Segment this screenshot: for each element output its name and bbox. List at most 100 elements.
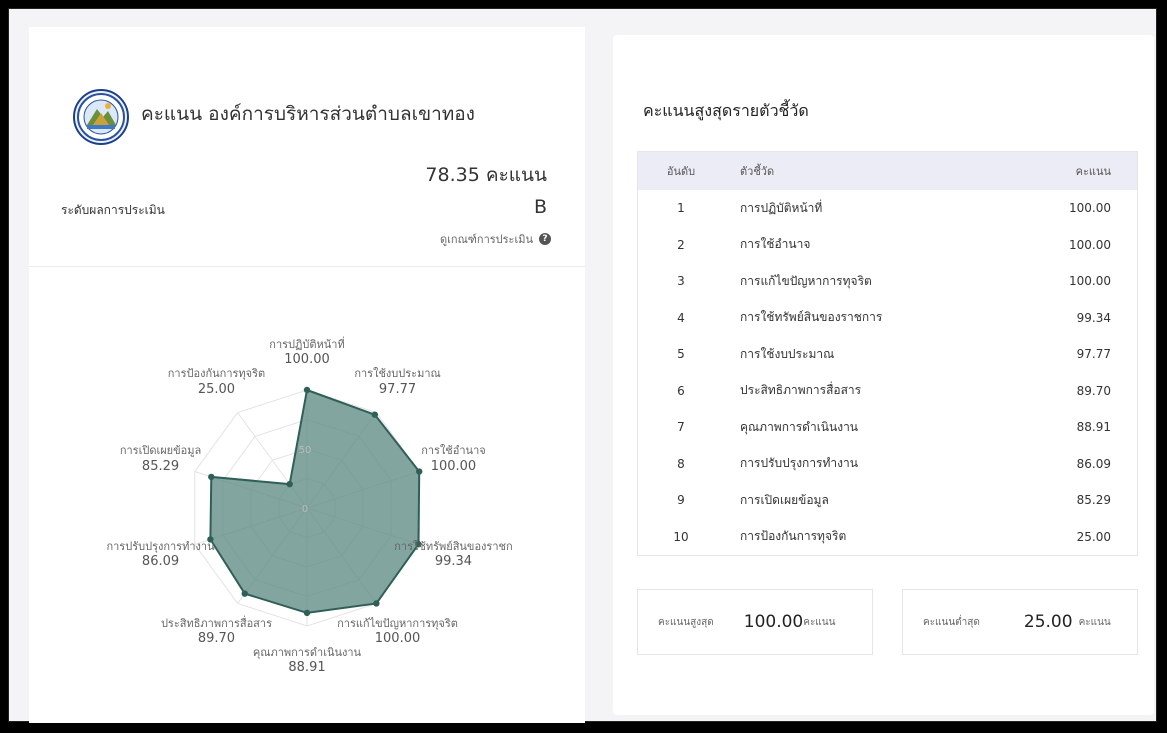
row-indicator: คุณภาพการดำเนินงาน <box>740 419 859 434</box>
radar-axis-value: 89.70 <box>197 630 236 646</box>
table-row: 3 การแก้ไขปัญหาการทุจริต 100.00 <box>638 263 1137 300</box>
ranking-table-header: อันดับ ตัวชี้วัด คะแนน <box>638 152 1137 190</box>
seal-icon <box>77 93 125 141</box>
min-score-value: 25.00 <box>1023 612 1073 632</box>
max-score-unit: คะแนน <box>803 616 836 628</box>
radar-axis-value: 86.09 <box>141 553 180 569</box>
assessment-level-label: ระดับผลการประเมิน <box>61 203 165 217</box>
table-row: 5 การใช้งบประมาณ 97.77 <box>638 336 1137 373</box>
radar-axis-name: การปรับปรุงการทำงาน <box>106 539 215 553</box>
row-score: 97.77 <box>1076 347 1111 362</box>
row-rank: 5 <box>677 347 685 362</box>
assessment-level-value: B <box>533 196 547 218</box>
radar-axis-value: 100.00 <box>430 458 477 474</box>
max-score-value: 100.00 <box>743 612 804 632</box>
radar-axis-label: การปรับปรุงการทำงาน 86.09 <box>106 540 214 571</box>
radar-axis-label: การเปิดเผยข้อมูล 85.29 <box>120 444 201 475</box>
radar-axis-name: การใช้ทรัพย์สินของราชก <box>394 539 513 553</box>
table-row: 6 ประสิทธิภาพการสื่อสาร 89.70 <box>638 373 1137 410</box>
table-row: 9 การเปิดเผยข้อมูล 85.29 <box>638 482 1137 519</box>
radar-axis-name: การป้องกันการทุจริต <box>167 367 266 381</box>
radar-axis-label: คุณภาพการดำเนินงาน 88.91 <box>253 646 361 677</box>
radar-axis-name: การเปิดเผยข้อมูล <box>119 444 202 458</box>
row-score: 100.00 <box>1069 237 1111 252</box>
row-score: 86.09 <box>1076 456 1111 471</box>
help-icon[interactable]: ? <box>539 233 551 245</box>
org-score-header: คะแนน องค์การบริหารส่วนตำบลเขาทอง 78.35 … <box>29 27 585 267</box>
row-score: 99.34 <box>1076 310 1111 325</box>
radar-axis-label: การใช้งบประมาณ 97.77 <box>354 367 440 398</box>
radar-tick-label: 50 <box>299 445 312 456</box>
radar-axis-value: 97.77 <box>378 381 417 397</box>
radar-axis-value: 88.91 <box>288 660 326 676</box>
radar-axis-label: การป้องกันการทุจริต 25.00 <box>168 367 265 398</box>
min-score-label: คะแนนต่ำสุด <box>923 616 980 628</box>
radar-point <box>208 473 215 481</box>
radar-axis-name: การแก้ไขปัญหาการทุจริต <box>337 616 458 630</box>
ranking-table: อันดับ ตัวชี้วัด คะแนน 1 การปฏิบัติหน้าที… <box>637 151 1138 556</box>
ranking-title: คะแนนสูงสุดรายตัวชี้วัด <box>643 101 809 120</box>
row-score: 100.00 <box>1069 201 1111 216</box>
row-score: 25.00 <box>1076 529 1111 544</box>
radar-point <box>373 600 380 607</box>
radar-chart: 0 50 การปฏิบัติหน้าที่ 100.00 การใช้งบประมา… <box>29 267 585 723</box>
radar-axis-name: การใช้งบประมาณ <box>354 367 441 381</box>
total-score: 78.35 คะแนน <box>425 164 547 186</box>
org-score-panel: คะแนน องค์การบริหารส่วนตำบลเขาทอง 78.35 … <box>29 27 585 723</box>
header-score: คะแนน <box>1075 165 1111 178</box>
radar-point <box>303 386 311 394</box>
max-score-label: คะแนนสูงสุด <box>658 616 714 628</box>
row-rank: 6 <box>677 383 685 398</box>
min-score-unit: คะแนน <box>1078 616 1111 628</box>
row-score: 89.70 <box>1076 383 1111 398</box>
row-indicator: การป้องกันการทุจริต <box>740 529 847 544</box>
row-indicator: การปรับปรุงการทำงาน <box>740 456 858 471</box>
header-indicator: ตัวชี้วัด <box>740 165 775 178</box>
row-rank: 1 <box>677 201 685 216</box>
table-row: 1 การปฏิบัติหน้าที่ 100.00 <box>638 190 1137 227</box>
ranking-table-body: 1 การปฏิบัติหน้าที่ 100.00 2 การใช้อำนาจ 100.… <box>638 190 1137 555</box>
row-rank: 10 <box>673 529 689 544</box>
row-indicator: ประสิทธิภาพการสื่อสาร <box>740 383 862 398</box>
radar-axis-name: ประสิทธิภาพการสื่อสาร <box>160 616 272 630</box>
radar-axis-name: คุณภาพการดำเนินงาน <box>252 646 362 659</box>
radar-axis-label: การปฏิบัติหน้าที่ 100.00 <box>269 338 344 369</box>
window-frame: คะแนน องค์การบริหารส่วนตำบลเขาทอง 78.35 … <box>8 8 1157 723</box>
table-row: 2 การใช้อำนาจ 100.00 <box>638 227 1137 264</box>
row-indicator: การใช้อำนาจ <box>740 237 811 252</box>
table-row: 8 การปรับปรุงการทำงาน 86.09 <box>638 446 1137 483</box>
row-rank: 9 <box>677 493 685 508</box>
table-row: 10 การป้องกันการทุจริต 25.00 <box>638 519 1137 556</box>
radar-point <box>241 590 248 597</box>
max-score-box: คะแนนสูงสุด 100.00 คะแนน <box>637 589 873 655</box>
row-score: 88.91 <box>1076 420 1111 435</box>
radar-series-area <box>209 388 421 614</box>
radar-axis-label: การใช้ทรัพย์สินของราชก 99.34 <box>394 540 512 571</box>
row-indicator: การปฏิบัติหน้าที่ <box>740 200 823 215</box>
header-rank: อันดับ <box>666 165 696 178</box>
radar-axis-name: การใช้อำนาจ <box>421 444 486 458</box>
row-rank: 8 <box>677 456 685 471</box>
org-title: คะแนน องค์การบริหารส่วนตำบลเขาทอง <box>141 103 475 125</box>
row-score: 100.00 <box>1069 274 1111 289</box>
radar-axis-label: การแก้ไขปัญหาการทุจริต 100.00 <box>337 617 458 648</box>
min-score-box: คะแนนต่ำสุด 25.00 คะแนน <box>902 589 1138 655</box>
radar-point <box>371 411 379 418</box>
radar-axis-value: 99.34 <box>434 553 473 569</box>
ranking-panel: คะแนนสูงสุดรายตัวชี้วัด อันดับ ตัวชี้วัด… <box>613 35 1154 715</box>
radar-point <box>303 609 311 617</box>
row-indicator: การแก้ไขปัญหาการทุจริต <box>740 273 872 288</box>
view-criteria-link[interactable]: ดูเกณฑ์การประเมิน ? <box>440 230 551 248</box>
row-indicator: การเปิดเผยข้อมูล <box>740 492 829 507</box>
radar-tick-label: 0 <box>302 504 308 515</box>
row-rank: 3 <box>677 274 685 289</box>
table-row: 7 คุณภาพการดำเนินงาน 88.91 <box>638 409 1137 446</box>
radar-axis-value: 100.00 <box>284 352 330 368</box>
radar-point <box>286 480 293 488</box>
table-row: 4 การใช้ทรัพย์สินของราชการ 99.34 <box>638 300 1137 337</box>
row-rank: 4 <box>677 310 685 325</box>
radar-axis-value: 25.00 <box>197 381 236 397</box>
row-rank: 7 <box>677 420 685 435</box>
radar-axis-label: ประสิทธิภาพการสื่อสาร 89.70 <box>161 617 272 648</box>
row-indicator: การใช้ทรัพย์สินของราชการ <box>740 310 883 325</box>
